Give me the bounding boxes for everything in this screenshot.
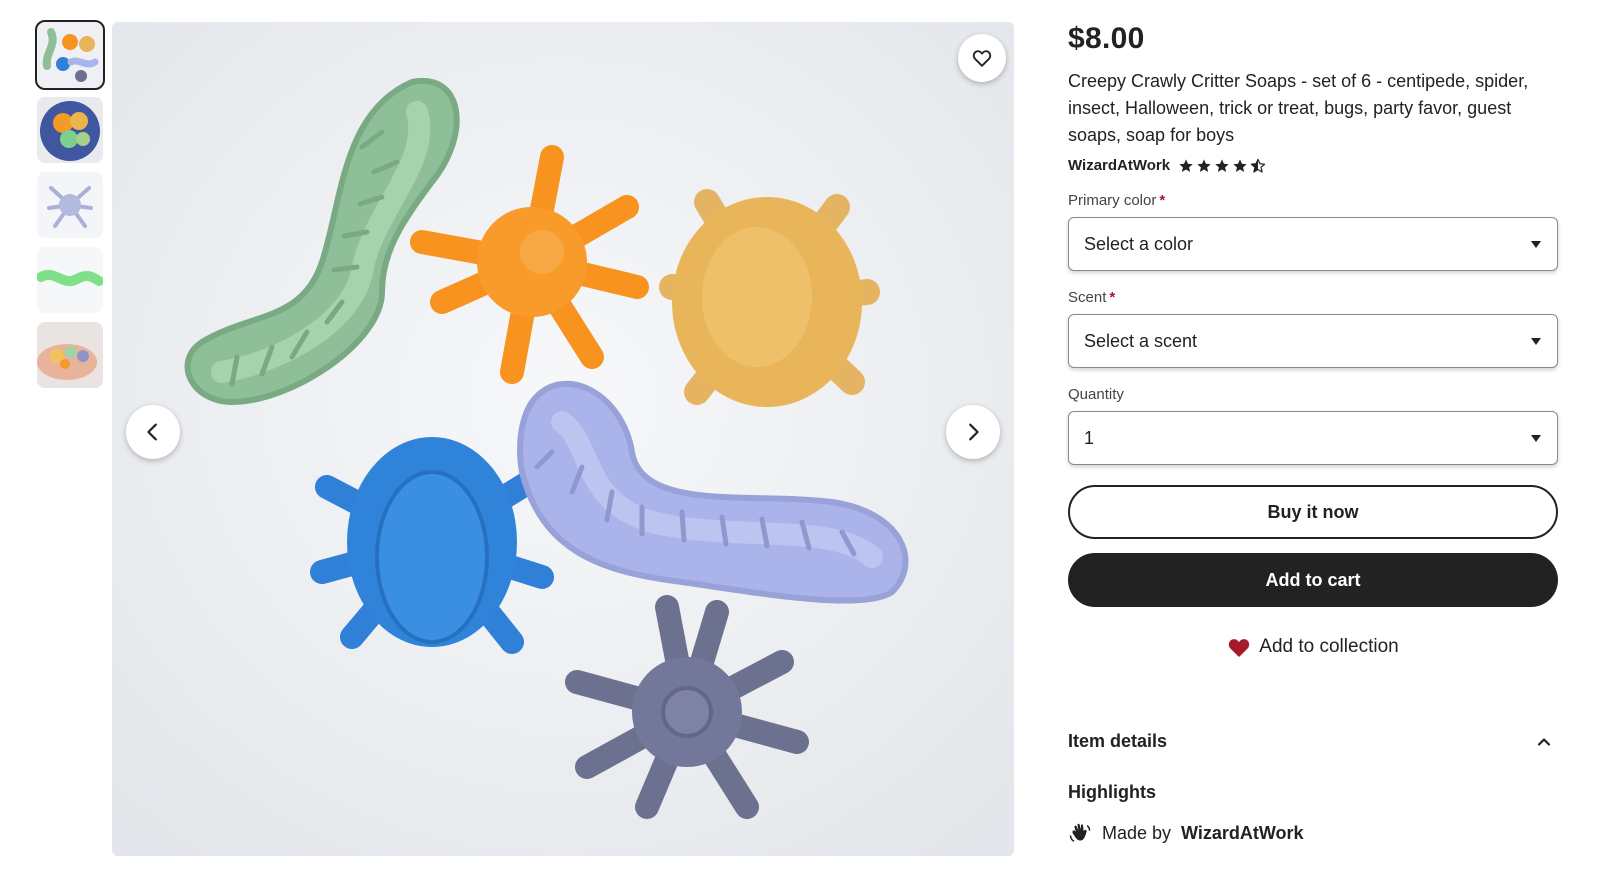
previous-image-button[interactable] [126,405,180,459]
scent-label: Scent * [1068,289,1116,306]
add-to-collection-label: Add to collection [1259,636,1399,657]
main-product-image[interactable] [112,22,1014,856]
item-details-toggle[interactable]: Item details [1068,731,1558,752]
chevron-up-icon [1536,734,1558,750]
chevron-left-icon [147,423,157,441]
product-photo [112,22,1014,856]
next-image-button[interactable] [946,405,1000,459]
star-full-icon [1197,158,1211,172]
heart-outline-icon [972,50,992,67]
star-full-icon [1215,158,1229,172]
thumbnail-5[interactable] [37,322,103,388]
product-title: Creepy Crawly Critter Soaps - set of 6 -… [1068,71,1529,145]
made-by-shop-link[interactable]: WizardAtWork [1181,823,1304,844]
thumbnail-2[interactable] [37,97,103,163]
thumbnail-1[interactable] [35,20,105,90]
favorite-button[interactable] [958,34,1006,82]
quantity-label: Quantity [1068,386,1124,403]
heart-filled-icon [1229,639,1250,657]
required-mark: * [1109,289,1116,306]
shop-name-link[interactable]: WizardAtWork [1068,157,1170,174]
star-half-icon [1250,158,1266,173]
caret-down-icon [1531,434,1541,442]
product-info-panel: $8.00 Creepy Crawly Critter Soaps - set … [1068,22,1558,845]
thumbnail-4[interactable] [37,247,103,313]
rating-stars[interactable] [1178,158,1266,174]
required-mark: * [1159,192,1166,209]
caret-down-icon [1531,337,1541,345]
buy-it-now-button[interactable]: Buy it now [1068,485,1558,539]
thumbnail-3[interactable] [37,172,103,238]
star-full-icon [1179,158,1193,172]
quantity-select[interactable]: 1 [1068,411,1558,465]
scent-value: Select a scent [1084,330,1198,351]
waving-hand-icon [1069,823,1091,842]
thumbnail-strip [35,20,105,397]
add-to-collection-button[interactable]: Add to collection [1068,621,1558,673]
add-to-cart-button[interactable]: Add to cart [1068,553,1558,607]
shop-rating-row: WizardAtWork [1068,157,1558,174]
made-by-prefix: Made by [1102,822,1172,843]
star-full-icon [1233,158,1247,172]
product-price: $8.00 [1068,22,1145,55]
primary-color-value: Select a color [1084,233,1194,254]
caret-down-icon [1531,240,1541,248]
scent-select[interactable]: Select a scent [1068,314,1558,368]
chevron-right-icon [969,423,979,441]
quantity-value: 1 [1084,427,1095,448]
highlights-heading: Highlights [1068,782,1156,802]
item-details-title: Item details [1068,731,1168,751]
made-by-row: Made by WizardAtWork [1068,821,1558,845]
primary-color-label: Primary color * [1068,192,1166,209]
primary-color-select[interactable]: Select a color [1068,217,1558,271]
